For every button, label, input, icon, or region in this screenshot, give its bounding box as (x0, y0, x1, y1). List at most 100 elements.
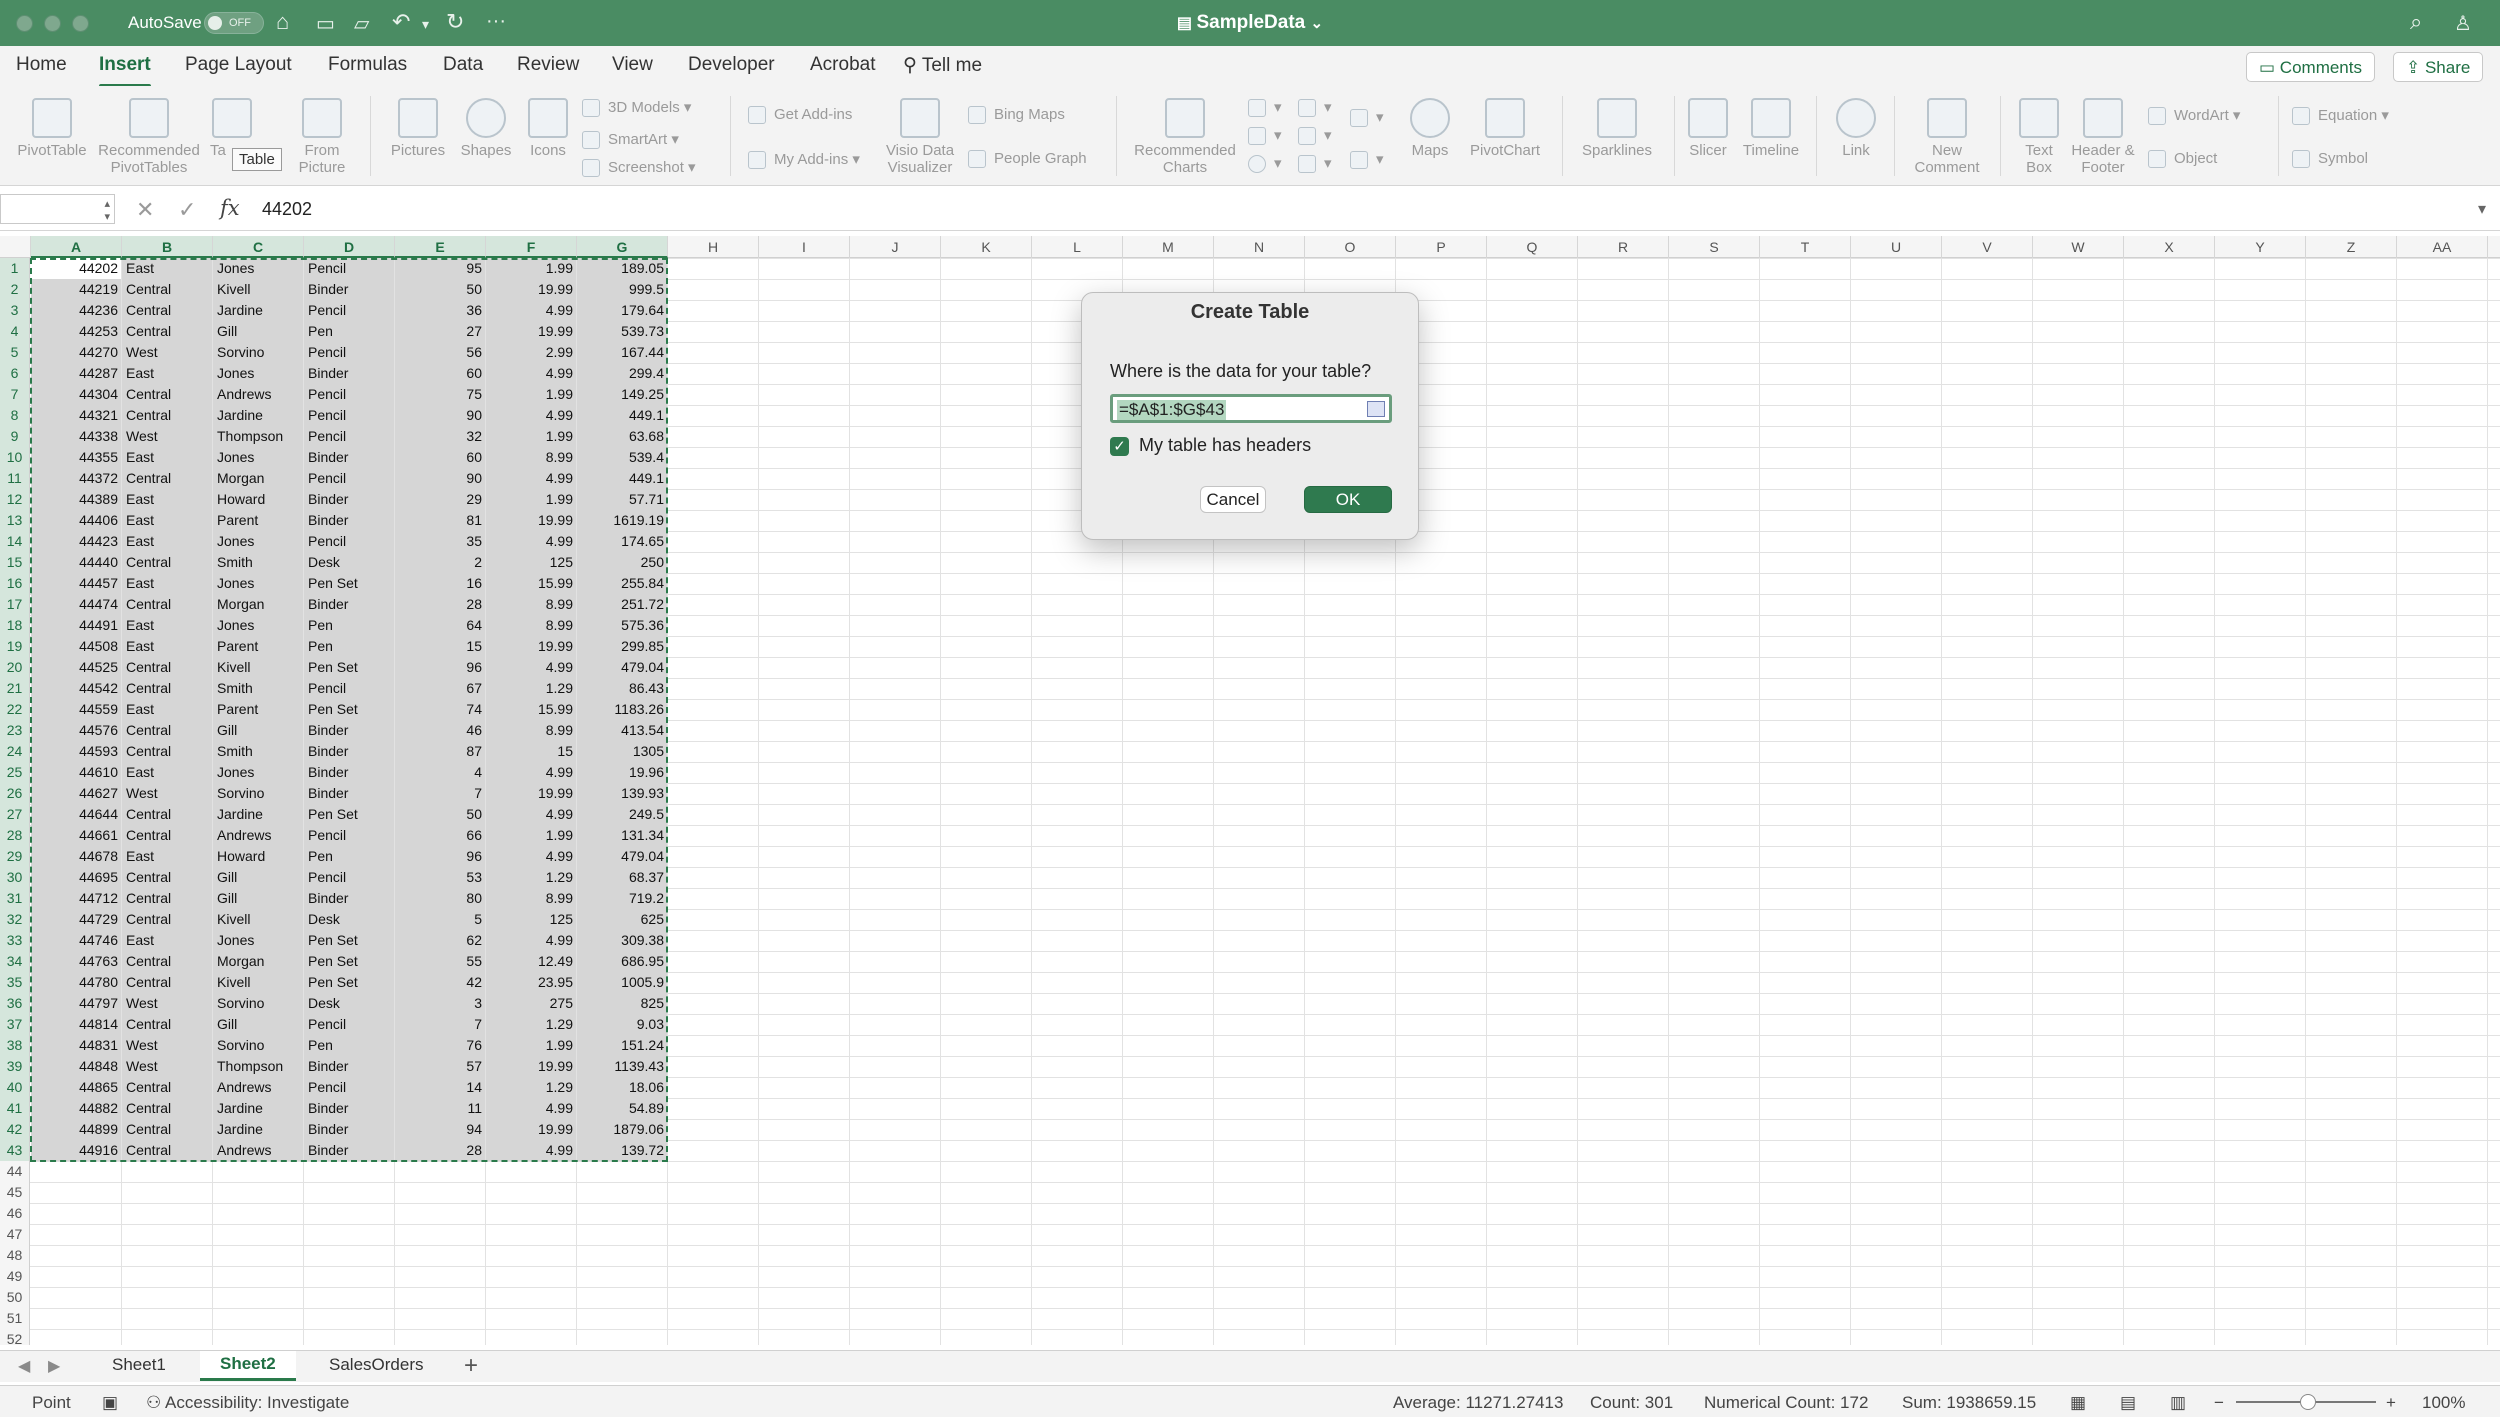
recommended-charts-button[interactable]: Recommended Charts (1130, 98, 1240, 176)
row-header[interactable]: 44 (0, 1161, 30, 1182)
account-icon[interactable]: ♙ (2454, 11, 2472, 36)
cancel-button[interactable]: Cancel (1200, 486, 1266, 513)
column-header-a[interactable]: A (31, 236, 122, 258)
column-header-k[interactable]: K (941, 236, 1032, 258)
accessibility-status[interactable]: ⚇ Accessibility: Investigate (146, 1393, 349, 1413)
statistic-chart-icon[interactable]: ▾ (1298, 126, 1332, 146)
row-header[interactable]: 14 (0, 531, 30, 552)
row-header[interactable]: 52 (0, 1329, 30, 1345)
cancel-edit-icon[interactable]: ✕ (136, 197, 154, 223)
page-layout-view-icon[interactable]: ▤ (2120, 1393, 2136, 1413)
line-chart-icon[interactable]: ▾ (1248, 126, 1282, 146)
headers-checkbox-label[interactable]: My table has headers (1139, 435, 1311, 456)
timeline-button[interactable]: Timeline (1736, 98, 1806, 159)
new-comment-button[interactable]: New Comment (1906, 98, 1988, 176)
row-header[interactable]: 19 (0, 636, 30, 657)
3d-models-button[interactable]: 3D Models ▾ (582, 98, 691, 118)
row-header[interactable]: 4 (0, 321, 30, 342)
tab-formulas[interactable]: Formulas (328, 54, 407, 76)
column-header-v[interactable]: V (1942, 236, 2033, 258)
column-header-j[interactable]: J (850, 236, 941, 258)
ok-button[interactable]: OK (1304, 486, 1392, 513)
my-addins-button[interactable]: My Add-ins ▾ (748, 150, 860, 170)
row-header[interactable]: 15 (0, 552, 30, 573)
equation-button[interactable]: Equation ▾ (2292, 106, 2389, 126)
get-addins-button[interactable]: Get Add-ins (748, 106, 852, 125)
row-header[interactable]: 51 (0, 1308, 30, 1329)
tab-developer[interactable]: Developer (688, 54, 775, 76)
row-header[interactable]: 46 (0, 1203, 30, 1224)
row-header[interactable]: 10 (0, 447, 30, 468)
recommended-pivottables-button[interactable]: Recommended PivotTables (96, 98, 202, 176)
row-header[interactable]: 13 (0, 510, 30, 531)
column-header-n[interactable]: N (1214, 236, 1305, 258)
waterfall-chart-icon[interactable]: ▾ (1350, 108, 1384, 128)
pivotchart-button[interactable]: PivotChart (1460, 98, 1550, 159)
formula-input[interactable]: 44202 (262, 199, 312, 220)
shapes-button[interactable]: Shapes (456, 98, 516, 159)
share-button[interactable]: ⇪ Share (2393, 52, 2484, 82)
column-header-b[interactable]: B (122, 236, 213, 258)
row-header[interactable]: 30 (0, 867, 30, 888)
row-header[interactable]: 8 (0, 405, 30, 426)
row-header[interactable]: 1 (0, 258, 30, 279)
row-header[interactable]: 12 (0, 489, 30, 510)
row-header[interactable]: 22 (0, 699, 30, 720)
previous-sheet-icon[interactable]: ◀ (18, 1356, 30, 1376)
row-header[interactable]: 23 (0, 720, 30, 741)
row-header[interactable]: 17 (0, 594, 30, 615)
column-header-r[interactable]: R (1578, 236, 1669, 258)
tab-data[interactable]: Data (443, 54, 483, 76)
row-header[interactable]: 26 (0, 783, 30, 804)
expand-formula-bar-icon[interactable]: ▾ (2478, 199, 2486, 219)
tab-home[interactable]: Home (16, 54, 67, 76)
column-header-q[interactable]: Q (1487, 236, 1578, 258)
confirm-edit-icon[interactable]: ✓ (178, 197, 196, 223)
maps-button[interactable]: Maps (1404, 98, 1456, 159)
column-header-s[interactable]: S (1669, 236, 1760, 258)
zoom-in-icon[interactable]: + (2386, 1393, 2396, 1413)
insert-function-icon[interactable]: fx (220, 196, 240, 220)
row-header[interactable]: 50 (0, 1287, 30, 1308)
column-header-p[interactable]: P (1396, 236, 1487, 258)
scatter-chart-icon[interactable]: ▾ (1298, 154, 1332, 174)
row-header[interactable]: 31 (0, 888, 30, 909)
row-header[interactable]: 41 (0, 1098, 30, 1119)
smartart-button[interactable]: SmartArt ▾ (582, 130, 679, 150)
column-header-w[interactable]: W (2033, 236, 2124, 258)
page-break-view-icon[interactable]: ▥ (2170, 1393, 2186, 1413)
tab-page-layout[interactable]: Page Layout (185, 54, 292, 76)
row-header[interactable]: 37 (0, 1014, 30, 1035)
text-box-button[interactable]: Text Box (2012, 98, 2066, 176)
row-header[interactable]: 21 (0, 678, 30, 699)
pivottable-button[interactable]: PivotTable (14, 98, 90, 159)
row-header[interactable]: 25 (0, 762, 30, 783)
row-header[interactable]: 6 (0, 363, 30, 384)
from-picture-button[interactable]: From Picture (290, 98, 354, 176)
row-header[interactable]: 43 (0, 1140, 30, 1161)
next-sheet-icon[interactable]: ▶ (48, 1356, 60, 1376)
column-header-o[interactable]: O (1305, 236, 1396, 258)
column-chart-icon[interactable]: ▾ (1248, 98, 1282, 118)
zoom-slider-handle[interactable] (2300, 1394, 2316, 1410)
column-header-e[interactable]: E (395, 236, 486, 258)
sheet-tab-salesorders[interactable]: SalesOrders (329, 1355, 423, 1375)
sheet-tab-sheet2[interactable]: Sheet2 (200, 1351, 296, 1381)
people-graph-button[interactable]: People Graph (968, 150, 1087, 169)
column-header-g[interactable]: G (577, 236, 668, 258)
pictures-button[interactable]: Pictures (384, 98, 452, 159)
tab-acrobat[interactable]: Acrobat (810, 54, 875, 76)
screenshot-button[interactable]: Screenshot ▾ (582, 158, 696, 178)
sheet-tab-sheet1[interactable]: Sheet1 (112, 1355, 166, 1375)
object-button[interactable]: Object (2148, 150, 2217, 169)
row-header[interactable]: 24 (0, 741, 30, 762)
row-header[interactable]: 28 (0, 825, 30, 846)
tab-view[interactable]: View (612, 54, 653, 76)
column-header-i[interactable]: I (759, 236, 850, 258)
macro-record-icon[interactable]: ▣ (102, 1393, 118, 1413)
select-all-corner[interactable] (0, 236, 31, 258)
column-header-l[interactable]: L (1032, 236, 1123, 258)
comments-button[interactable]: ▭ Comments (2246, 52, 2375, 82)
column-header-d[interactable]: D (304, 236, 395, 258)
column-header-f[interactable]: F (486, 236, 577, 258)
